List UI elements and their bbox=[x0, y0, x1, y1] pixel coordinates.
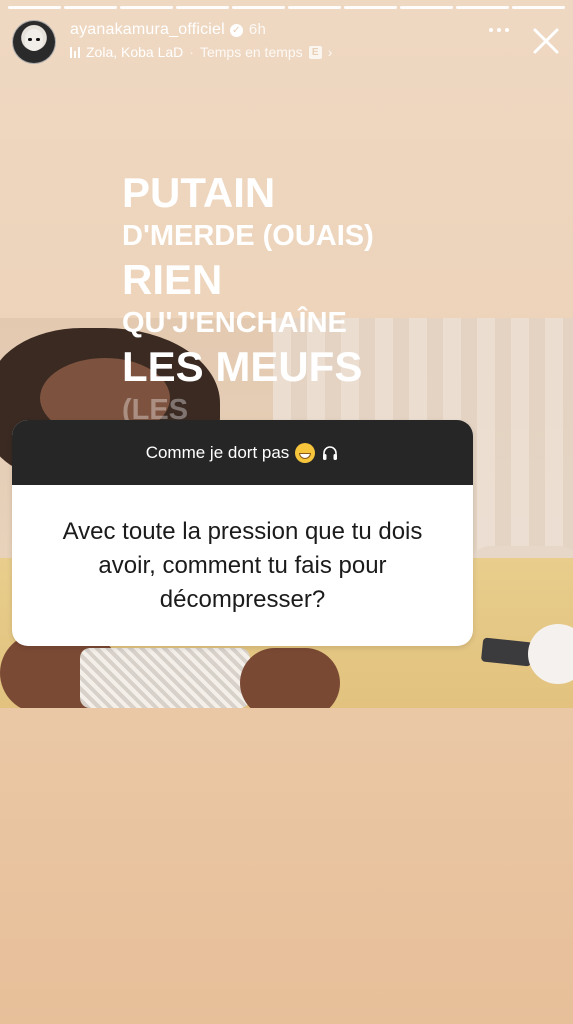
lyrics-line: PUTAIN bbox=[122, 169, 276, 216]
photo-arm bbox=[240, 648, 340, 708]
headphones-icon bbox=[323, 445, 338, 460]
lyrics-line: D'MERDE (OUAIS) bbox=[122, 220, 374, 252]
lyrics-line: QU'J'ENCHAÎNE bbox=[122, 307, 347, 339]
progress-segment bbox=[64, 6, 117, 9]
progress-segment bbox=[456, 6, 509, 9]
avatar-eye bbox=[36, 38, 40, 41]
music-artists: Zola, Koba LaD bbox=[86, 44, 184, 60]
lyrics-sticker: PUTAIN D'MERDE (OUAIS) RIEN QU'J'ENCHAÎN… bbox=[122, 172, 374, 425]
progress-segment bbox=[232, 6, 285, 9]
music-separator: · bbox=[189, 44, 194, 60]
close-icon[interactable] bbox=[531, 26, 561, 56]
explicit-icon: E bbox=[308, 45, 322, 59]
question-sticker[interactable]: Comme je dort pas Avec toute la pression… bbox=[12, 420, 473, 646]
chevron-right-icon: › bbox=[327, 44, 333, 60]
progress-segment bbox=[288, 6, 341, 9]
story-progress-bar bbox=[8, 6, 565, 9]
progress-segment bbox=[400, 6, 453, 9]
progress-segment bbox=[120, 6, 173, 9]
lyrics-line: LES MEUFS bbox=[122, 343, 363, 390]
post-time: 6h bbox=[248, 21, 266, 38]
question-text: Avec toute la pression que tu dois avoir… bbox=[62, 517, 423, 613]
lyrics-line: RIEN bbox=[122, 256, 223, 303]
more-icon[interactable] bbox=[489, 28, 509, 32]
progress-segment bbox=[176, 6, 229, 9]
avatar[interactable] bbox=[12, 20, 56, 64]
progress-segment bbox=[344, 6, 397, 9]
progress-segment bbox=[512, 6, 565, 9]
answer-text: Comme je dort pas bbox=[145, 442, 290, 462]
question-answer-header: Comme je dort pas bbox=[12, 420, 473, 485]
grinning-face-icon bbox=[295, 442, 316, 463]
photo-phone bbox=[480, 637, 534, 667]
progress-segment bbox=[8, 6, 61, 9]
story-header: ayanakamura_officiel ✓ 6h Zola, Koba LaD ·… bbox=[12, 18, 561, 66]
username-row[interactable]: ayanakamura_officiel ✓ 6h bbox=[70, 21, 266, 39]
music-attribution[interactable]: Zola, Koba LaD · Temps en temps E › bbox=[70, 44, 332, 60]
music-song: Temps en temps bbox=[199, 44, 303, 60]
avatar-eye bbox=[28, 38, 32, 41]
photo-lace-top bbox=[80, 648, 250, 708]
username[interactable]: ayanakamura_officiel bbox=[70, 21, 225, 38]
verified-icon: ✓ bbox=[229, 24, 243, 37]
music-bars-icon bbox=[70, 46, 80, 58]
